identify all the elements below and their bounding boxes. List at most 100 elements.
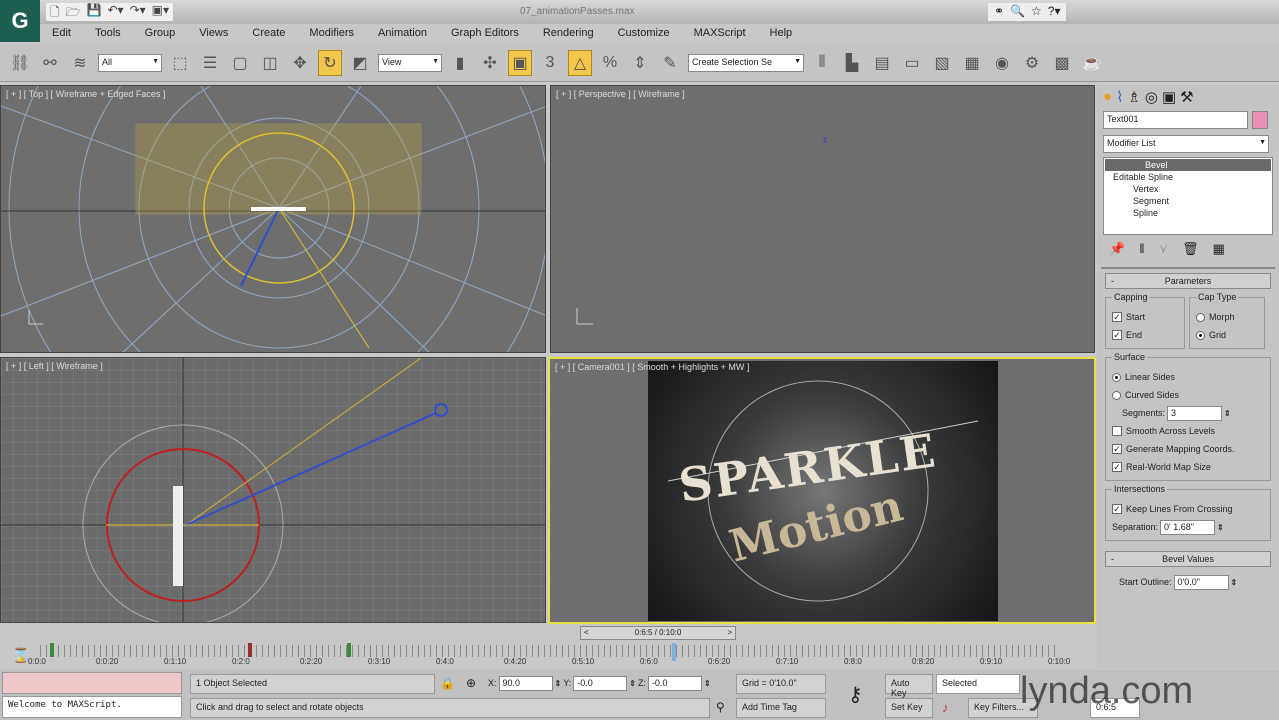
select-manipulate-icon[interactable]: ✣ — [478, 50, 502, 76]
lock-selection-icon[interactable]: 🔒 — [440, 676, 455, 690]
keyframe-marker[interactable] — [347, 643, 351, 657]
viewport-label[interactable]: [ + ] [ Top ] [ Wireframe + Edged Faces … — [6, 89, 165, 99]
viewport-label[interactable]: [ + ] [ Camera001 ] [ Smooth + Highlight… — [555, 362, 749, 372]
y-coordinate-field[interactable]: -0.0 — [573, 675, 628, 691]
bevel-values-rollout[interactable]: Bevel Values — [1105, 551, 1271, 567]
help-icon[interactable]: ?▾ — [1048, 4, 1061, 20]
bind-space-warp-icon[interactable]: ≋ — [68, 50, 92, 76]
redo-icon[interactable]: ↷▾ — [130, 3, 146, 21]
display-tab-icon[interactable]: ▣ — [1162, 88, 1176, 106]
schematic-view-icon[interactable]: ▦ — [960, 50, 984, 76]
current-frame-marker[interactable] — [672, 643, 677, 661]
smooth-across-levels-checkbox[interactable]: Smooth Across Levels — [1112, 422, 1264, 440]
render-production-icon[interactable]: ☕ — [1080, 50, 1104, 76]
motion-tab-icon[interactable]: ◎ — [1145, 88, 1158, 106]
key-icon[interactable]: ♪ — [942, 700, 949, 715]
binoculars-icon[interactable]: ⚭ — [994, 4, 1004, 20]
snap-toggle-icon[interactable]: 3 — [538, 50, 562, 76]
keyboard-shortcut-override-icon[interactable]: ▣ — [508, 49, 532, 76]
viewport-top[interactable]: [ + ] [ Top ] [ Wireframe + Edged Faces … — [0, 85, 546, 353]
menu-animation[interactable]: Animation — [366, 25, 439, 43]
hierarchy-tab-icon[interactable]: ♗ — [1127, 88, 1140, 106]
key-mode-dropdown[interactable]: Selected — [936, 674, 1020, 694]
create-tab-icon[interactable]: ● — [1103, 88, 1112, 106]
object-color-swatch[interactable] — [1252, 111, 1268, 129]
menu-modifiers[interactable]: Modifiers — [297, 25, 366, 43]
modifier-list-dropdown[interactable]: Modifier List — [1103, 135, 1269, 153]
auto-key-button[interactable]: Auto Key — [885, 674, 933, 698]
spinner-snap-icon[interactable]: ⇕ — [628, 50, 652, 76]
isolate-icon[interactable]: ⚲ — [716, 700, 725, 714]
absolute-mode-icon[interactable]: ⊕ — [466, 676, 476, 690]
track-bar[interactable] — [40, 645, 1060, 657]
select-object-icon[interactable]: ⬚ — [168, 50, 192, 76]
star-icon[interactable]: ☆ — [1031, 4, 1042, 20]
menu-edit[interactable]: Edit — [40, 25, 83, 43]
keyframe-marker[interactable] — [50, 643, 54, 657]
maxscript-output[interactable]: Welcome to MAXScript. — [2, 696, 182, 718]
save-icon[interactable]: 💾 — [87, 3, 102, 21]
add-time-tag-button[interactable]: Add Time Tag — [736, 698, 826, 718]
curved-sides-radio[interactable]: Curved Sides — [1112, 386, 1264, 404]
stack-item-segment[interactable]: Segment — [1105, 195, 1271, 207]
reference-coord-dropdown[interactable]: View — [378, 53, 442, 72]
menu-tools[interactable]: Tools — [83, 25, 133, 43]
edit-named-selection-icon[interactable]: ✎ — [658, 50, 682, 76]
undo-icon[interactable]: ↶▾ — [108, 3, 124, 21]
slider-prev-icon[interactable]: < — [581, 627, 592, 639]
set-key-button[interactable]: Set Key — [885, 698, 933, 718]
start-outline-spinner[interactable]: 0'0.0" — [1173, 574, 1229, 590]
cap-end-checkbox[interactable]: ✓ End — [1112, 326, 1178, 344]
menu-help[interactable]: Help — [758, 25, 805, 43]
open-icon[interactable]: 🗁 — [66, 3, 81, 21]
spinner-arrows-icon[interactable]: ⇕ — [1217, 523, 1224, 532]
pin-stack-icon[interactable]: 📌 — [1109, 241, 1125, 257]
named-selection-dropdown[interactable]: Create Selection Se — [688, 53, 804, 72]
menu-views[interactable]: Views — [187, 25, 240, 43]
viewport-label[interactable]: [ + ] [ Left ] [ Wireframe ] — [6, 361, 103, 371]
show-end-result-icon[interactable]: ‖ — [1139, 241, 1144, 257]
graphite-toolbar-icon[interactable]: ▭ — [900, 50, 924, 76]
menu-rendering[interactable]: Rendering — [531, 25, 606, 43]
maxscript-listener-pink[interactable] — [2, 672, 182, 694]
linear-sides-radio[interactable]: Linear Sides — [1112, 368, 1264, 386]
viewport-perspective[interactable]: z [ + ] [ Perspective ] [ Wireframe ] — [550, 85, 1095, 353]
layer-manager-icon[interactable]: ▤ — [870, 50, 894, 76]
app-logo-button[interactable]: G — [0, 0, 40, 42]
window-crossing-icon[interactable]: ◫ — [258, 50, 282, 76]
configure-modifier-sets-icon[interactable]: ▦ — [1213, 241, 1225, 257]
cap-morph-radio[interactable]: Morph — [1196, 308, 1258, 326]
render-setup-icon[interactable]: ⚙ — [1020, 50, 1044, 76]
stack-item-vertex[interactable]: Vertex — [1105, 183, 1271, 195]
percent-snap-icon[interactable]: % — [598, 50, 622, 76]
keyframe-marker[interactable] — [248, 643, 252, 657]
time-slider[interactable]: <0:6:5 / 0:10:0 > — [580, 626, 736, 640]
selection-filter-dropdown[interactable]: All — [98, 53, 162, 72]
viewport-left[interactable]: [ + ] [ Left ] [ Wireframe ] — [0, 357, 546, 623]
stack-item-spline[interactable]: Spline — [1105, 207, 1271, 219]
modify-tab-icon[interactable]: ⌇ — [1116, 88, 1123, 106]
scale-icon[interactable]: ◩ — [348, 50, 372, 76]
new-icon[interactable]: 🗋 — [50, 3, 60, 21]
make-unique-icon[interactable]: ⋎ — [1159, 241, 1169, 257]
cap-grid-radio[interactable]: Grid — [1196, 326, 1258, 344]
curve-editor-icon[interactable]: ▧ — [930, 50, 954, 76]
menu-maxscript[interactable]: MAXScript — [682, 25, 758, 43]
stack-item-editable-spline[interactable]: Editable Spline — [1105, 171, 1271, 183]
cap-start-checkbox[interactable]: ✓ Start — [1112, 308, 1178, 326]
material-editor-icon[interactable]: ◉ — [990, 50, 1014, 76]
real-world-map-size-checkbox[interactable]: ✓ Real-World Map Size — [1112, 458, 1264, 476]
viewport-label[interactable]: [ + ] [ Perspective ] [ Wireframe ] — [556, 89, 685, 99]
project-icon[interactable]: ▣▾ — [152, 3, 169, 21]
parameters-rollout[interactable]: Parameters — [1105, 273, 1271, 289]
select-by-name-icon[interactable]: ☰ — [198, 50, 222, 76]
separation-spinner[interactable]: 0' 1.68" — [1160, 519, 1216, 535]
selection-region-icon[interactable]: ▢ — [228, 50, 252, 76]
generate-mapping-checkbox[interactable]: ✓ Generate Mapping Coords. — [1112, 440, 1264, 458]
slider-next-icon[interactable]: > — [724, 627, 735, 639]
segments-spinner[interactable]: 3 — [1167, 405, 1223, 421]
rendered-frame-window-icon[interactable]: ▩ — [1050, 50, 1074, 76]
utilities-tab-icon[interactable]: ⚒ — [1180, 88, 1193, 106]
rotate-icon[interactable]: ↻ — [318, 49, 342, 76]
keep-lines-checkbox[interactable]: ✓ Keep Lines From Crossing — [1112, 500, 1264, 518]
